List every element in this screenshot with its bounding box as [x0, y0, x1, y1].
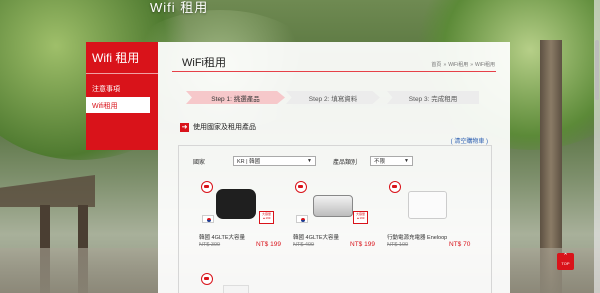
rental-badge-icon — [201, 273, 213, 285]
clear-cart-link[interactable]: ( 清空購物車 ) — [451, 136, 488, 145]
korea-flag-icon — [296, 215, 308, 223]
section-heading-text: 使用國家及租用產品 — [193, 124, 256, 131]
rental-badge-icon — [295, 181, 307, 193]
korea-flag-icon — [202, 215, 214, 223]
promo-tag: 大容量 ▲199 — [259, 211, 274, 224]
sidebar-item-notice[interactable]: 注意事項 — [86, 80, 158, 96]
power-bank-image — [408, 191, 447, 219]
page-title: WiFi租用 — [182, 57, 226, 69]
country-select[interactable]: KR | 韓國 ▼ — [233, 156, 316, 166]
category-label: 產品類別 — [333, 159, 358, 166]
country-label: 國家 — [193, 159, 206, 166]
product-price: NT$ 70 — [449, 241, 471, 248]
chevron-up-icon: ⌃ — [562, 253, 569, 260]
product-name: 行動電源充電器 Eneloop — [387, 235, 448, 241]
breadcrumb-separator: » — [443, 62, 447, 68]
breadcrumb-current: WiFi租用 — [475, 62, 495, 68]
breadcrumb-wifi[interactable]: WiFi租用 — [448, 62, 468, 68]
category-select[interactable]: 不限 ▼ — [370, 156, 413, 166]
product-old-price: NT$ 499 — [293, 242, 315, 248]
product-card[interactable]: 大容量 ▲199 韓國 4GLTE大容量 NT$ 499 NT$ 199 — [293, 181, 377, 253]
step-1: Step 1: 挑選產品 — [186, 91, 285, 104]
breadcrumb-home[interactable]: 首頁 — [431, 62, 441, 68]
panel-header: WiFi租用 首頁» WiFi租用» WiFi租用 — [172, 42, 496, 72]
product-name: 韓國 4GLTE大容量 — [293, 235, 340, 241]
back-to-top-label: TOP — [561, 261, 570, 266]
category-select-value: 不限 — [374, 159, 386, 165]
promo-tag: 大容量 ▲199 — [353, 211, 368, 224]
sidebar-item-wifi-rental[interactable]: Wifi租用 — [86, 97, 150, 113]
product-price: NT$ 199 — [256, 241, 281, 248]
back-to-top-button[interactable]: ⌃ TOP — [557, 253, 574, 270]
breadcrumb: 首頁» WiFi租用» WiFi租用 — [430, 61, 496, 68]
step-2: Step 2: 填寫資料 — [286, 91, 380, 104]
product-old-price: NT$ 100 — [387, 242, 409, 248]
step-progress: Step 1: 挑選產品 Step 2: 填寫資料 Step 3: 完成租用 — [186, 91, 479, 104]
arrow-right-icon: ➜ — [180, 122, 189, 132]
product-card[interactable]: 大容量 ▲199 韓國 4GLTE大容量 NT$ 399 NT$ 199 — [199, 181, 283, 253]
chevron-down-icon: ▼ — [404, 158, 409, 164]
sidebar-title: Wifi 租用 — [86, 42, 158, 74]
product-card[interactable] — [199, 273, 283, 293]
product-filter-box: 國家 KR | 韓國 ▼ 產品類別 不限 ▼ 大容量 ▲199 韓國 4GLTE… — [178, 145, 492, 293]
step-3: Step 3: 完成租用 — [387, 91, 479, 104]
main-panel: WiFi租用 首頁» WiFi租用» WiFi租用 Step 1: 挑選產品 Ste… — [158, 42, 510, 293]
filter-row: 國家 KR | 韓國 ▼ 產品類別 不限 ▼ — [193, 156, 413, 166]
product-price: NT$ 199 — [350, 241, 375, 248]
rental-badge-icon — [201, 181, 213, 193]
breadcrumb-separator: » — [470, 62, 473, 68]
wifi-router-image — [313, 195, 353, 217]
product-old-price: NT$ 399 — [199, 242, 221, 248]
sidebar: Wifi 租用 注意事項 Wifi租用 — [86, 42, 158, 150]
chevron-down-icon: ▼ — [307, 158, 312, 164]
product-name: 韓國 4GLTE大容量 — [199, 235, 246, 241]
country-select-value: KR | 韓國 — [237, 159, 261, 165]
page-scrollbar[interactable] — [594, 0, 600, 293]
page-banner-title: Wifi 租用 — [150, 0, 209, 15]
wifi-router-image — [216, 189, 256, 219]
rental-badge-icon — [389, 181, 401, 193]
section-heading: ➜ 使用國家及租用產品 — [180, 122, 256, 132]
scrollbar-thumb[interactable] — [595, 40, 599, 100]
product-card[interactable]: 行動電源充電器 Eneloop NT$ 100 NT$ 70 — [387, 181, 471, 253]
product-image — [223, 285, 249, 293]
